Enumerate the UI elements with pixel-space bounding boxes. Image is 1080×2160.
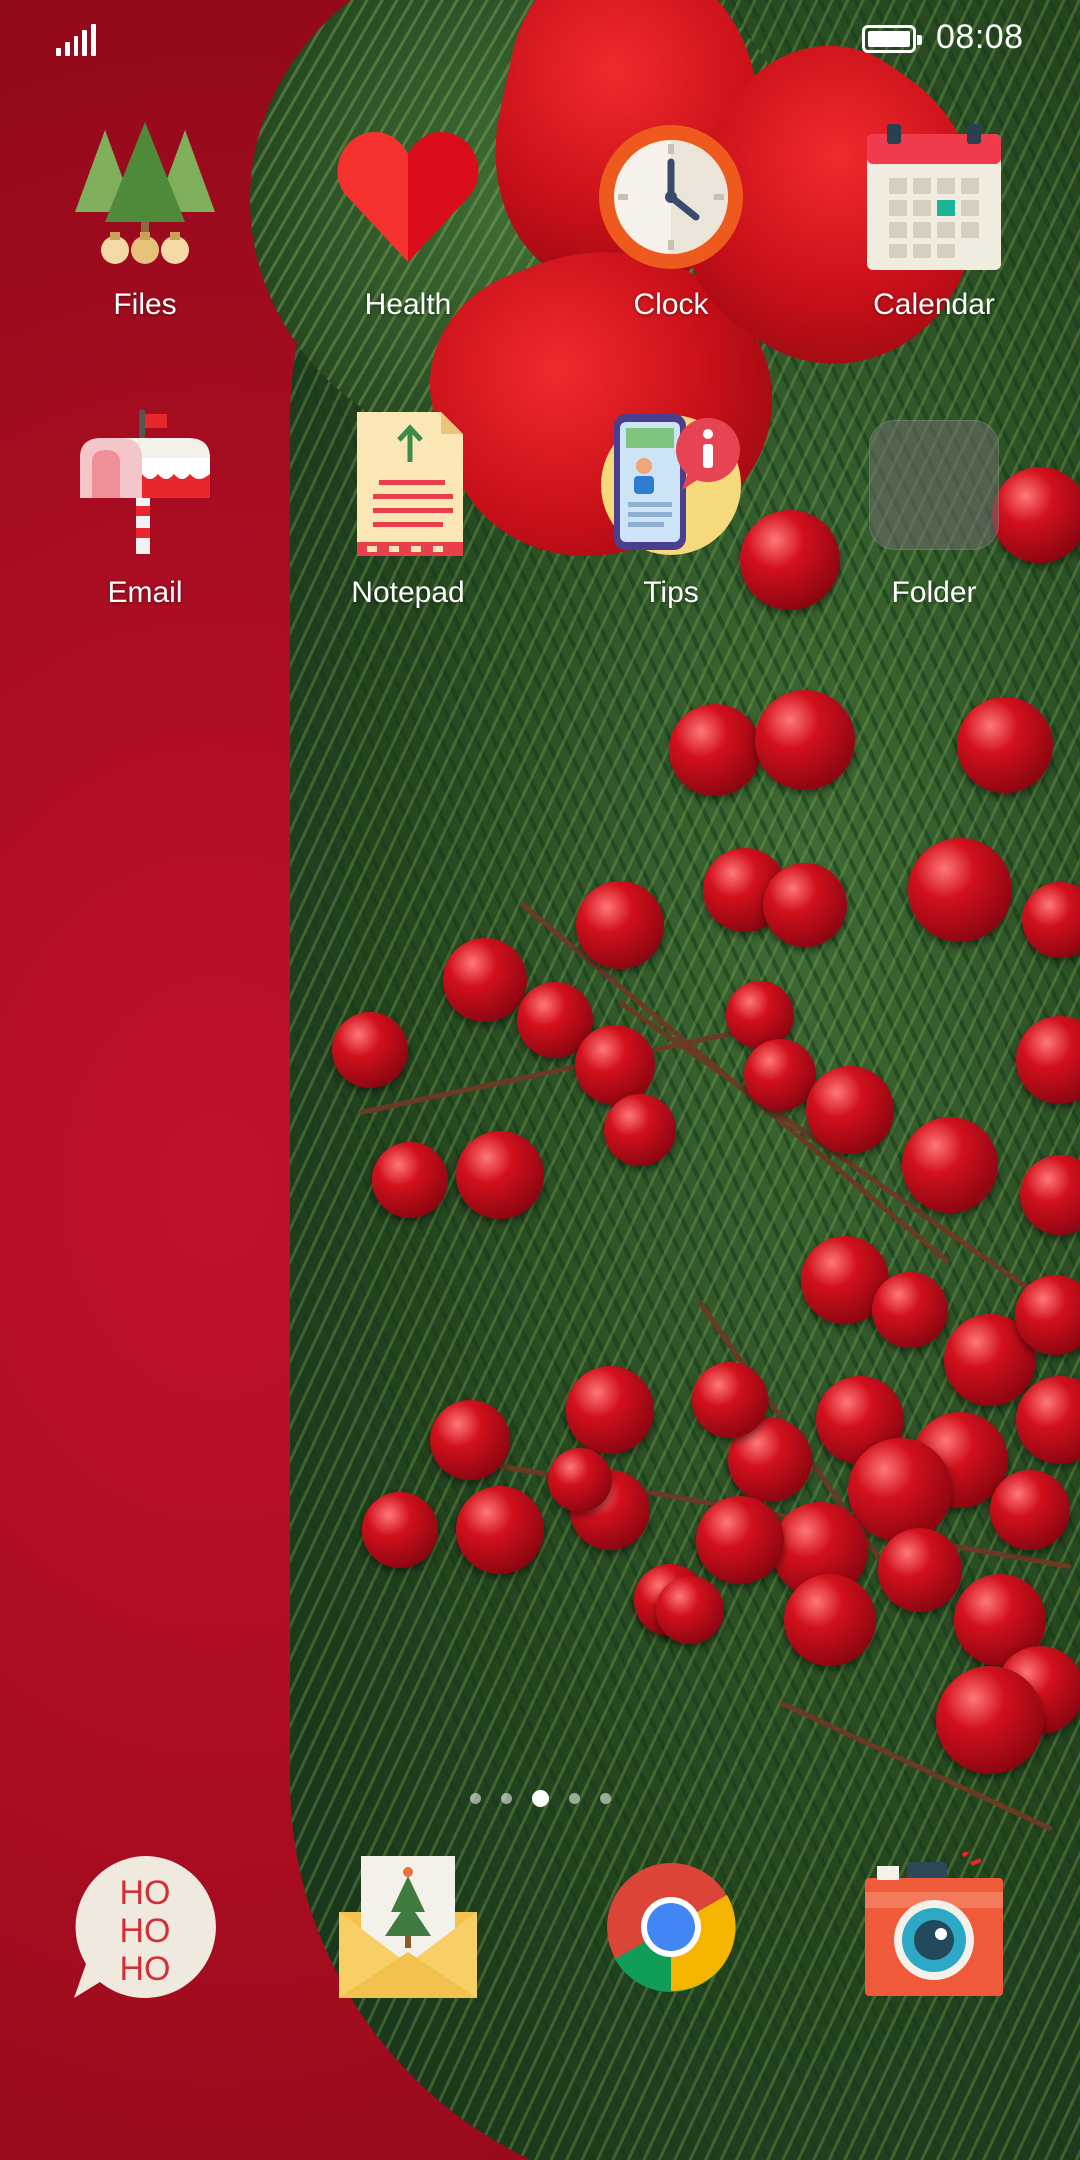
berry [372, 1142, 448, 1218]
chrome-icon [596, 1852, 746, 2002]
pine-trees-icon [70, 122, 220, 272]
berry [332, 1012, 408, 1088]
page-indicator [0, 1786, 1080, 1810]
clock-icon [596, 122, 746, 272]
mailbox-icon [70, 410, 220, 560]
app-label: Health [364, 288, 452, 321]
battery-icon [862, 25, 922, 53]
app-notepad[interactable]: Notepad [308, 410, 508, 610]
berry [902, 1117, 998, 1213]
berry [784, 1574, 876, 1666]
home-screen: 08:08 Files Health Clock Calendar Email … [0, 0, 1080, 2160]
app-files[interactable]: Files [45, 122, 245, 322]
christmas-wreath-wallpaper [0, 0, 1080, 2160]
app-calendar[interactable]: Calendar [834, 122, 1034, 322]
berry [456, 1131, 544, 1219]
app-health[interactable]: Health [308, 122, 508, 322]
berry [806, 1066, 894, 1154]
app-label: Email [107, 576, 183, 609]
app-label: Notepad [351, 576, 465, 609]
dock-app-card[interactable] [308, 1852, 508, 2002]
berry [755, 690, 855, 790]
berry [566, 1366, 654, 1454]
berry [443, 938, 527, 1022]
page-dot-active[interactable] [531, 1789, 549, 1807]
dock-app-chrome[interactable] [571, 1852, 771, 2002]
berry [878, 1528, 962, 1612]
berry [656, 1576, 724, 1644]
hohoho-line-2: HO [120, 1912, 171, 1950]
app-label: Tips [643, 576, 699, 609]
berry [576, 881, 664, 969]
berry [990, 1470, 1070, 1550]
app-tips[interactable]: Tips [571, 410, 771, 610]
page-dot[interactable] [568, 1792, 580, 1804]
camera-icon [859, 1848, 1009, 2002]
page-dot[interactable] [599, 1792, 611, 1804]
berry [548, 1448, 612, 1512]
app-label: Calendar [873, 288, 995, 321]
berry [872, 1272, 948, 1348]
berry [456, 1486, 544, 1574]
berry [362, 1492, 438, 1568]
calendar-icon [859, 122, 1009, 272]
dock-app-hohoho[interactable]: HO HO HO [45, 1852, 245, 2002]
signal-icon [56, 22, 96, 56]
hohoho-line-1: HO [120, 1874, 171, 1912]
christmas-card-icon [333, 1852, 483, 2002]
berry [669, 704, 761, 796]
notepad-icon [333, 410, 483, 560]
folder-icon [859, 410, 1009, 560]
tips-icon [596, 410, 746, 560]
berry [696, 1496, 784, 1584]
page-dot[interactable] [469, 1792, 481, 1804]
app-folder[interactable]: Folder [834, 410, 1034, 610]
status-bar: 08:08 [0, 0, 1080, 80]
hohoho-line-3: HO [120, 1950, 171, 1988]
berry [430, 1400, 510, 1480]
hohoho-bubble-icon: HO HO HO [70, 1852, 220, 2002]
berry [604, 1094, 676, 1166]
dock-app-camera[interactable] [834, 1848, 1034, 2002]
app-email[interactable]: Email [45, 410, 245, 610]
berry [692, 1362, 768, 1438]
berry [936, 1666, 1044, 1774]
berry [744, 1039, 816, 1111]
heart-icon [333, 122, 483, 272]
berry [957, 697, 1053, 793]
app-clock[interactable]: Clock [571, 122, 771, 322]
app-label: Folder [891, 576, 977, 609]
berry [848, 1438, 952, 1542]
berry [575, 1025, 655, 1105]
clock-time: 08:08 [936, 18, 1024, 56]
app-label: Files [113, 288, 177, 321]
page-dot[interactable] [500, 1792, 512, 1804]
berry [763, 863, 847, 947]
berry [908, 838, 1012, 942]
app-label: Clock [633, 288, 709, 321]
